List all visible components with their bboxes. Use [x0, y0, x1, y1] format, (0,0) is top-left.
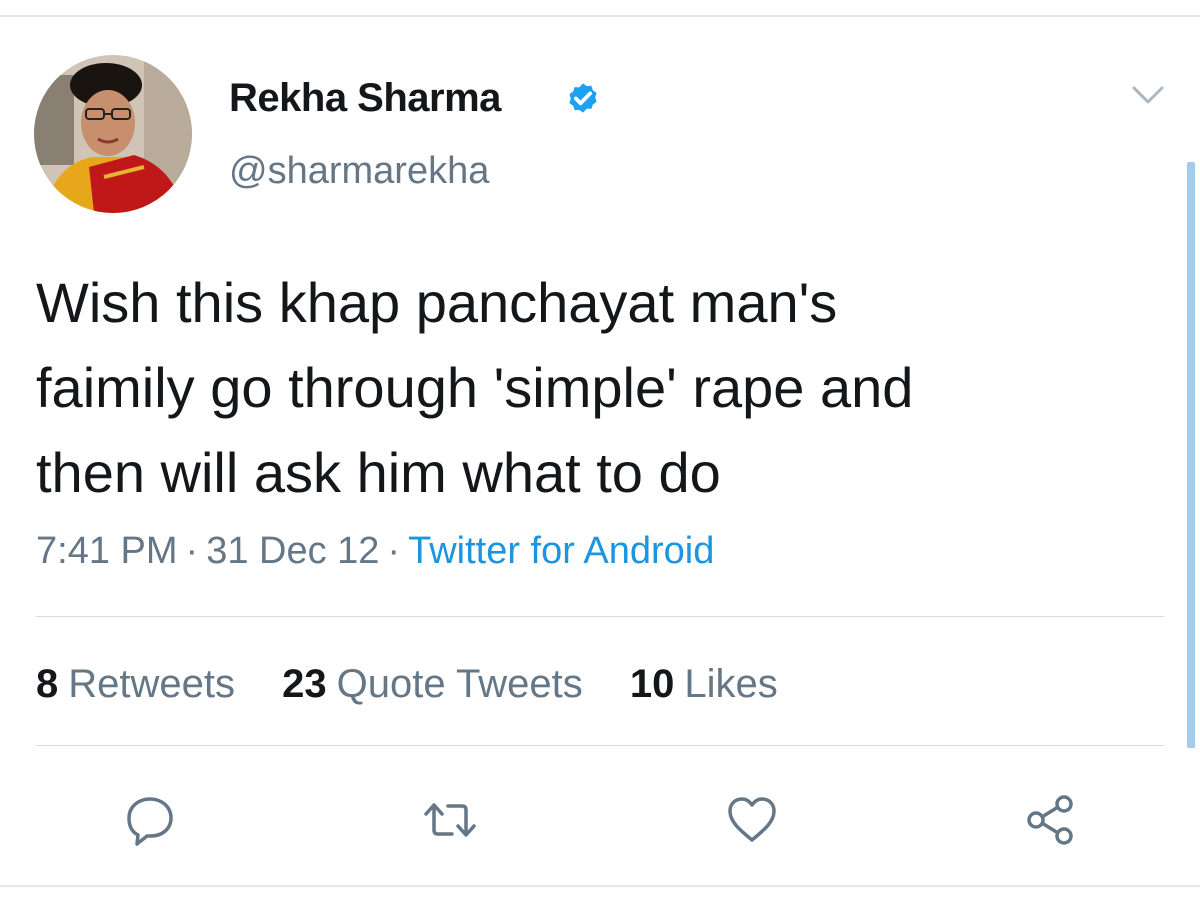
likes-stat[interactable]: 10 Likes [630, 662, 778, 707]
top-divider [0, 15, 1200, 17]
quote-tweets-stat[interactable]: 23 Quote Tweets [282, 662, 583, 707]
tweet-stats: 8 Retweets 23 Quote Tweets 10 Likes [36, 662, 814, 707]
likes-label: Likes [684, 662, 778, 706]
retweets-count: 8 [36, 662, 59, 706]
user-handle[interactable]: @sharmarekha [229, 150, 489, 193]
tweet-source-link[interactable]: Twitter for Android [408, 530, 714, 572]
retweet-icon [424, 803, 476, 837]
avatar[interactable] [34, 55, 192, 213]
divider [36, 616, 1164, 617]
divider [36, 745, 1164, 746]
tweet-text-line: faimily go through 'simple' rape and [36, 356, 914, 419]
quote-tweets-label: Quote Tweets [336, 662, 583, 706]
tweet-text: Wish this khap panchayat man's faimily g… [36, 260, 1166, 515]
likes-count: 10 [629, 662, 675, 706]
retweet-button[interactable] [420, 790, 480, 850]
tweet-meta: 7:41 PM · 31 Dec 12 · Twitter for Android [36, 530, 714, 573]
meta-separator: · [185, 530, 199, 572]
like-button[interactable] [722, 790, 782, 850]
share-icon [1027, 795, 1073, 845]
retweets-stat[interactable]: 8 Retweets [36, 662, 235, 707]
meta-separator: · [387, 530, 401, 572]
tweet-date[interactable]: 31 Dec 12 [206, 530, 379, 572]
reply-button[interactable] [120, 790, 180, 850]
bottom-divider [0, 885, 1200, 887]
verified-badge-icon [569, 83, 597, 113]
display-name[interactable]: Rekha Sharma [229, 76, 501, 121]
reply-icon [127, 797, 173, 846]
chevron-down-icon[interactable] [1128, 80, 1168, 110]
tweet-text-line: Wish this khap panchayat man's [36, 271, 838, 334]
profile-photo [34, 55, 192, 213]
tweet-time[interactable]: 7:41 PM [36, 530, 178, 572]
heart-icon [728, 797, 776, 842]
scroll-indicator[interactable] [1187, 162, 1195, 748]
quote-tweets-count: 23 [282, 662, 327, 706]
retweets-label: Retweets [68, 662, 235, 706]
share-button[interactable] [1020, 790, 1080, 850]
tweet-text-line: then will ask him what to do [36, 441, 721, 504]
